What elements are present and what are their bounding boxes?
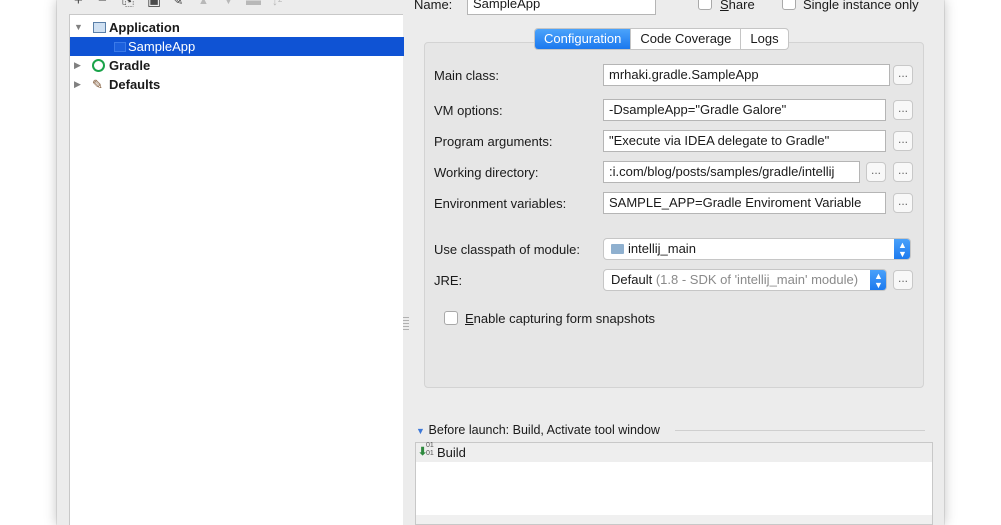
configuration-tree: ▼ Application SampleApp ▶ Gradle ▶ ✎ Def… — [69, 14, 404, 525]
configuration-panel — [424, 42, 924, 388]
application-icon — [93, 22, 106, 33]
tab-logs[interactable]: Logs — [741, 29, 787, 49]
jre-browse-button[interactable]: ... — [893, 270, 913, 290]
expanded-arrow-icon: ▼ — [416, 426, 425, 436]
tree-item-sampleapp[interactable]: SampleApp — [70, 37, 404, 56]
vm-options-expand-button[interactable]: ... — [893, 100, 913, 120]
form-snapshots-label: Enable capturing form snapshots — [465, 311, 656, 326]
single-instance-label: Single instance only — [803, 0, 919, 12]
working-directory-field[interactable]: :i.com/blog/posts/samples/gradle/intelli… — [603, 161, 860, 183]
working-directory-macro-button[interactable]: ... — [893, 162, 913, 182]
main-class-label: Main class: — [434, 68, 500, 83]
collapsed-arrow-icon[interactable]: ▶ — [74, 56, 84, 75]
classpath-module-value: intellij_main — [628, 241, 696, 256]
working-directory-label: Working directory: — [434, 165, 539, 180]
name-label: Name: — [414, 0, 453, 12]
copy-icon[interactable]: ⎘ — [122, 0, 134, 8]
environment-variables-edit-button[interactable]: ... — [893, 193, 913, 213]
run-configurations-dialog: + − ⎘ ▣ ✎ ▲ ▼ ▬ ↓ᶻ ▼ Application SampleA… — [57, 0, 944, 525]
vm-options-label: VM options: — [434, 103, 503, 118]
share-checkbox[interactable] — [698, 0, 712, 10]
expanded-arrow-icon[interactable]: ▼ — [74, 18, 84, 37]
collapsed-arrow-icon[interactable]: ▶ — [74, 75, 84, 94]
main-class-field[interactable]: mrhaki.gradle.SampleApp — [603, 64, 890, 86]
tab-code-coverage[interactable]: Code Coverage — [631, 29, 742, 49]
program-arguments-label: Program arguments: — [434, 134, 553, 149]
module-folder-icon — [611, 244, 624, 254]
move-up-icon[interactable]: ▲ — [198, 0, 209, 8]
environment-variables-field[interactable]: SAMPLE_APP=Gradle Enviroment Variable — [603, 192, 886, 214]
main-class-browse-button[interactable]: ... — [893, 65, 913, 85]
add-icon[interactable]: + — [74, 0, 83, 8]
move-down-icon[interactable]: ▼ — [223, 0, 234, 8]
jre-select[interactable]: Default (1.8 - SDK of 'intellij_main' mo… — [603, 269, 887, 291]
application-icon — [114, 42, 126, 52]
tree-item-defaults[interactable]: ▶ ✎ Defaults — [70, 75, 404, 94]
program-arguments-field[interactable]: "Execute via IDEA delegate to Gradle" — [603, 130, 886, 152]
working-directory-browse-button[interactable]: ... — [866, 162, 886, 182]
single-instance-checkbox[interactable] — [782, 0, 796, 10]
build-icon-digits: 01 01 — [426, 442, 434, 457]
sort-icon[interactable]: ↓ᶻ — [272, 0, 282, 8]
jre-value: Default — [611, 272, 653, 287]
list-item-build[interactable]: ⬇ 01 01 Build — [416, 442, 932, 462]
divider — [675, 430, 925, 431]
tab-configuration[interactable]: Configuration — [535, 29, 632, 49]
chevron-updown-icon[interactable]: ▲ ▼ — [870, 270, 886, 290]
before-launch-list: ⬇ 01 01 Build — [415, 442, 933, 525]
save-icon[interactable]: ▣ — [147, 0, 161, 8]
before-launch-toolbar — [415, 515, 933, 525]
wrench-icon: ✎ — [92, 77, 103, 92]
folder-icon[interactable]: ▬ — [246, 0, 261, 8]
tab-bar: Configuration Code Coverage Logs — [534, 28, 789, 50]
tree-item-application[interactable]: ▼ Application — [70, 18, 404, 37]
before-launch-header[interactable]: ▼ Before launch: Build, Activate tool wi… — [416, 422, 660, 437]
edit-defaults-icon[interactable]: ✎ — [171, 0, 184, 8]
splitter-handle[interactable] — [403, 317, 409, 331]
tree-item-gradle[interactable]: ▶ Gradle — [70, 56, 404, 75]
list-item-label: Build — [437, 445, 466, 460]
classpath-module-label: Use classpath of module: — [434, 242, 580, 257]
form-snapshots-checkbox[interactable] — [444, 311, 458, 325]
environment-variables-label: Environment variables: — [434, 196, 567, 211]
tree-item-label: SampleApp — [128, 39, 196, 54]
gradle-icon — [92, 59, 105, 72]
jre-label: JRE: — [434, 273, 463, 288]
before-launch-title: Before launch: Build, Activate tool wind… — [428, 423, 660, 437]
share-label: Share — [720, 0, 755, 12]
classpath-module-select[interactable]: intellij_main ▲ ▼ — [603, 238, 911, 260]
chevron-updown-icon[interactable]: ▲ ▼ — [894, 239, 910, 259]
remove-icon[interactable]: − — [98, 0, 107, 8]
name-field[interactable]: SampleApp — [467, 0, 656, 15]
tree-item-label: Application — [109, 20, 180, 35]
tree-item-label: Defaults — [109, 77, 161, 92]
jre-detail: (1.8 - SDK of 'intellij_main' module) — [655, 272, 859, 287]
tree-item-label: Gradle — [109, 58, 151, 73]
vm-options-field[interactable]: -DsampleApp="Gradle Galore" — [603, 99, 886, 121]
program-arguments-expand-button[interactable]: ... — [893, 131, 913, 151]
